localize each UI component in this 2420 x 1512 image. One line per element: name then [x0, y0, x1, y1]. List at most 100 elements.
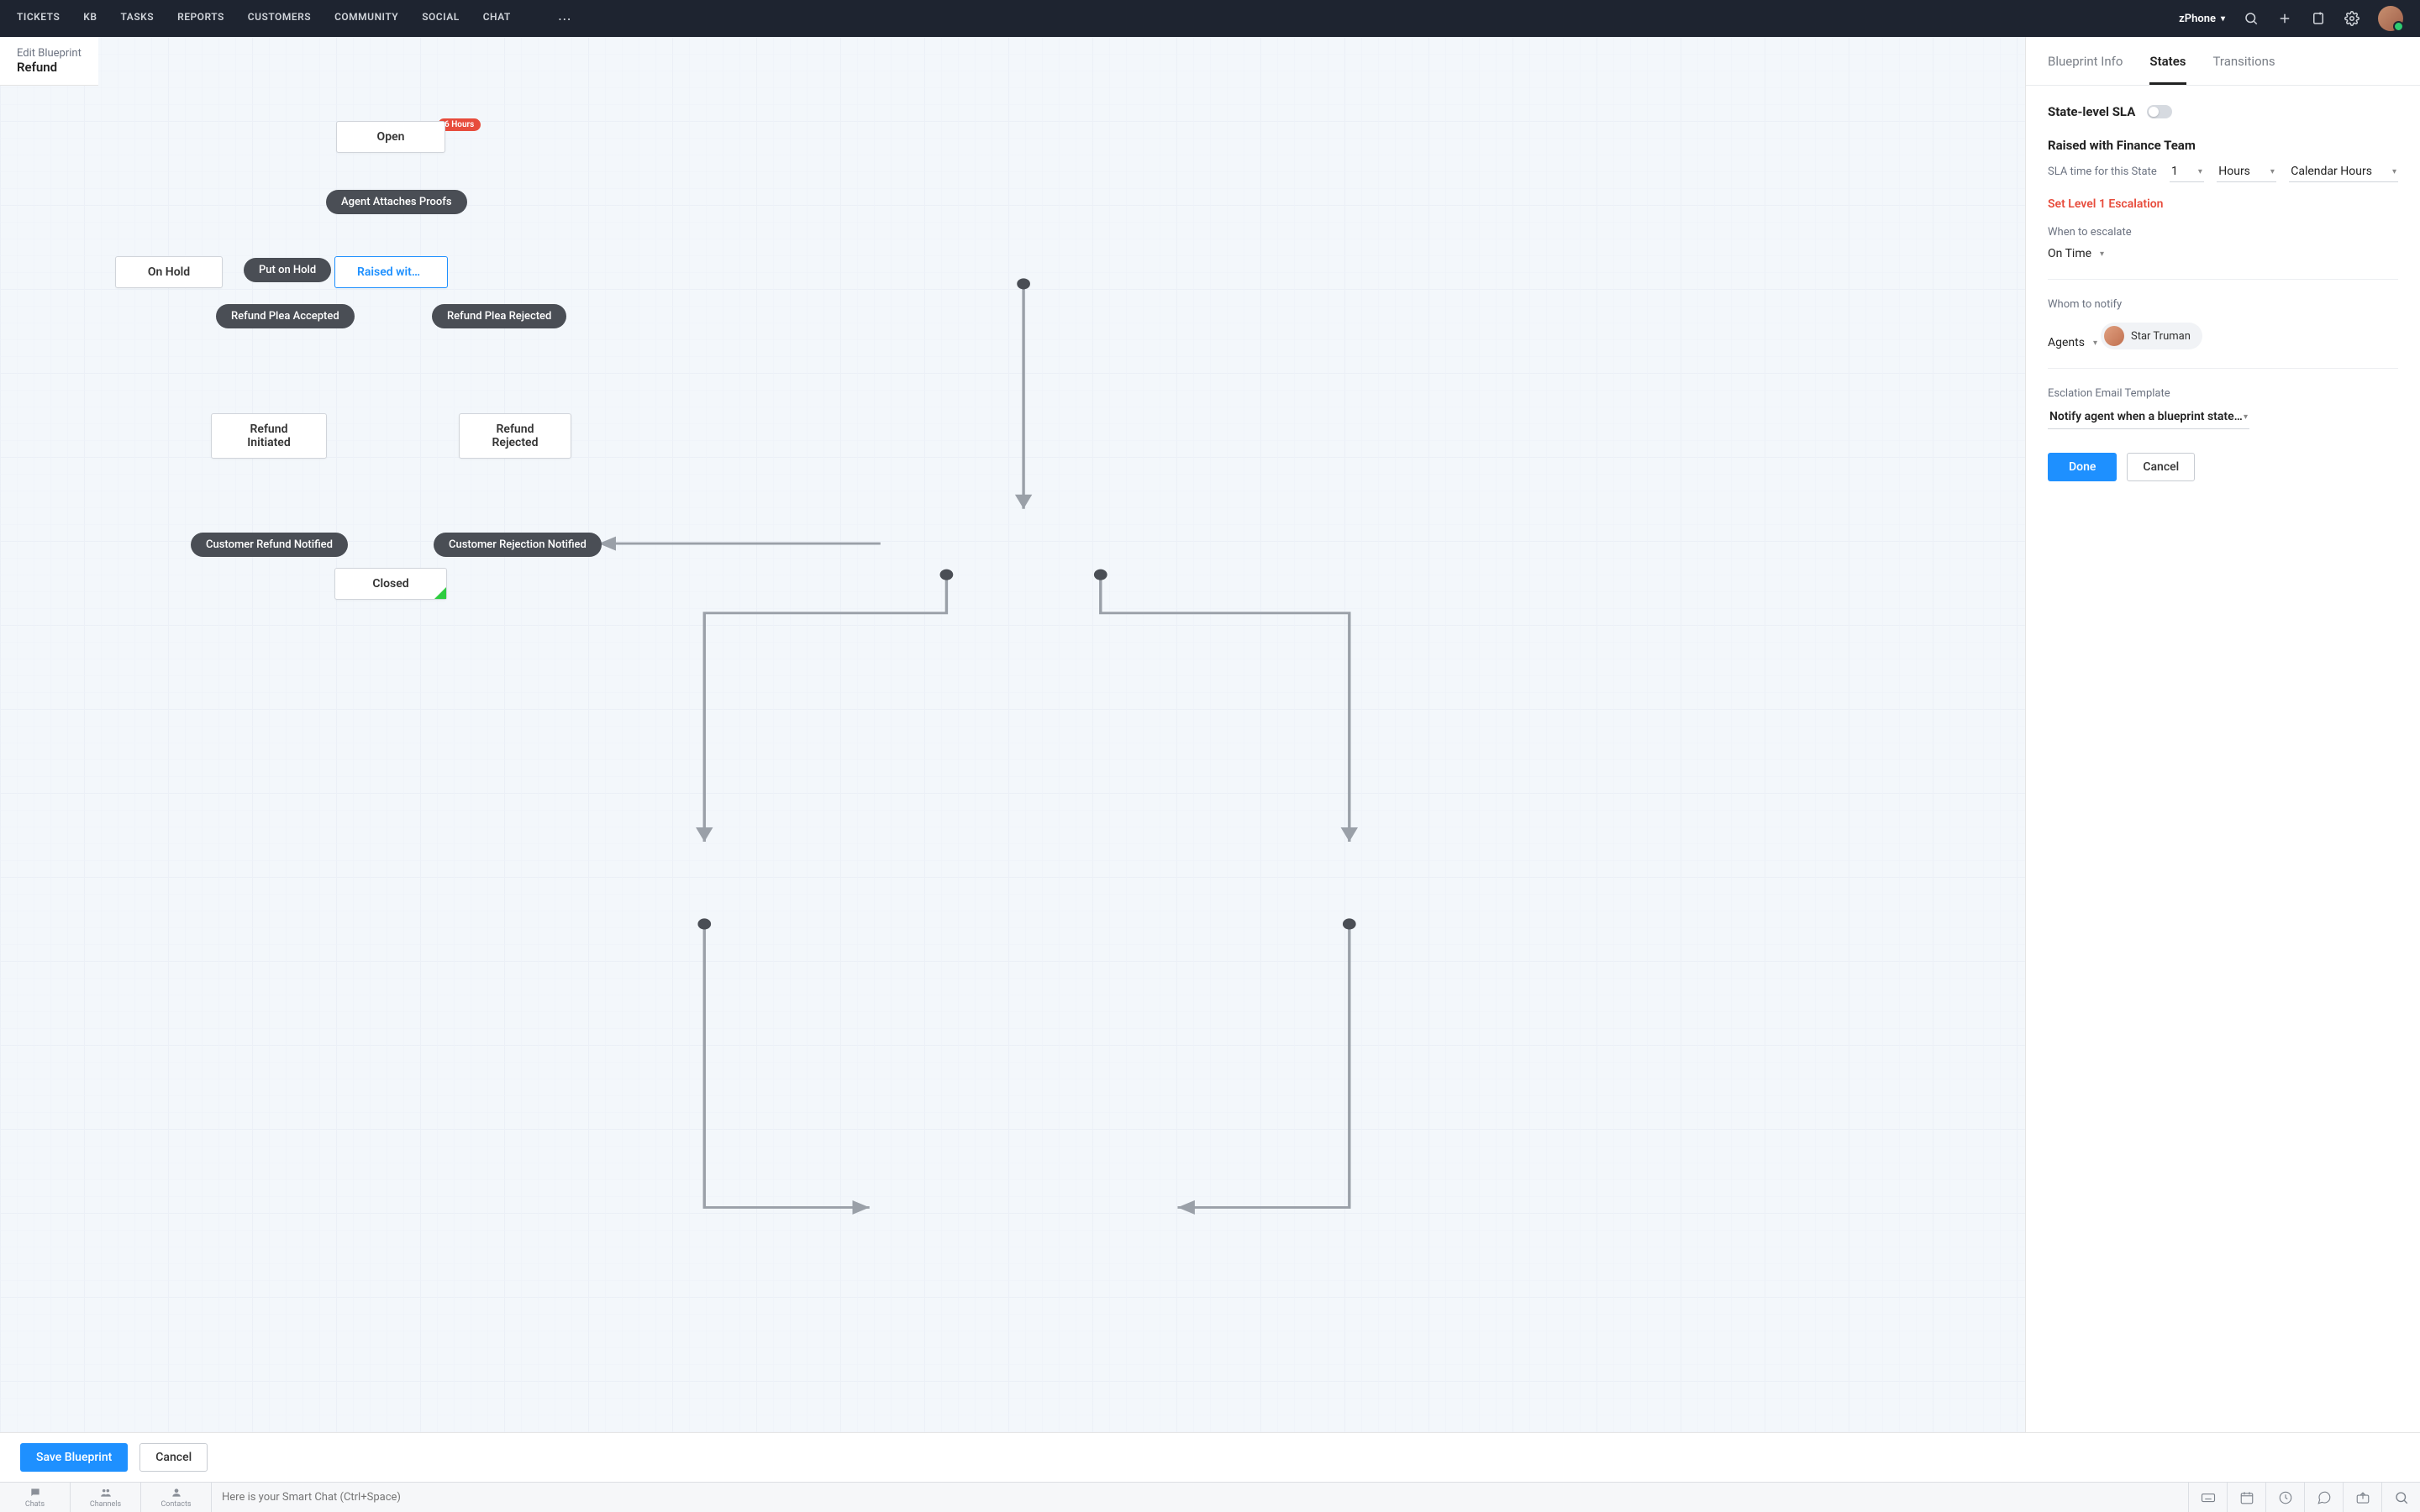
- add-icon[interactable]: [2277, 11, 2292, 26]
- cancel-blueprint-button[interactable]: Cancel: [139, 1443, 208, 1472]
- calendar-icon[interactable]: [2227, 1483, 2265, 1512]
- sla-value: 1: [2171, 165, 2178, 178]
- when-value: On Time: [2048, 247, 2091, 260]
- sla-value-select[interactable]: 1 ▾: [2170, 161, 2204, 182]
- agent-pill[interactable]: Star Truman: [2101, 323, 2202, 349]
- sla-calendar: Calendar Hours: [2291, 165, 2372, 178]
- when-select[interactable]: On Time ▾: [2048, 244, 2104, 264]
- done-button[interactable]: Done: [2048, 453, 2117, 481]
- blueprint-name: Refund: [17, 60, 82, 75]
- bb-contacts[interactable]: Contacts: [141, 1483, 212, 1512]
- panel-tabs: Blueprint Info States Transitions: [2026, 37, 2420, 86]
- bb-channels-label: Channels: [90, 1500, 121, 1509]
- bb-right: [2188, 1483, 2420, 1512]
- tab-transitions[interactable]: Transitions: [2213, 37, 2275, 85]
- canvas-header: Edit Blueprint Refund: [0, 37, 98, 86]
- sla-time-row: SLA time for this State 1 ▾ Hours ▾ Cale…: [2048, 161, 2398, 182]
- user-avatar[interactable]: [2378, 6, 2403, 31]
- search-icon[interactable]: [2381, 1483, 2420, 1512]
- sla-unit: Hours: [2218, 165, 2250, 178]
- nav-more-icon[interactable]: ⋯: [558, 11, 571, 27]
- chat-icon[interactable]: [2304, 1483, 2343, 1512]
- closed-corner-icon: [434, 587, 446, 599]
- save-blueprint-button[interactable]: Save Blueprint: [20, 1443, 128, 1472]
- main-area: Edit Blueprint Refund: [0, 37, 2420, 1482]
- nav-chat[interactable]: CHAT: [483, 11, 511, 27]
- state-name-title: Raised with Finance Team: [2048, 138, 2398, 153]
- whom-label: Whom to notify: [2048, 298, 2398, 311]
- smart-chat-input-wrap: [212, 1483, 2188, 1512]
- bottom-bar: Chats Channels Contacts: [0, 1482, 2420, 1512]
- notification-icon[interactable]: [2311, 11, 2326, 26]
- chevron-down-icon: ▾: [2392, 167, 2396, 176]
- sla-toggle[interactable]: [2147, 105, 2172, 118]
- phone-dropdown[interactable]: zPhone ▾: [2179, 13, 2225, 25]
- topbar-right: zPhone ▾: [2179, 6, 2403, 31]
- diagram[interactable]: 6 Hours Open On Hold Raised with Fin... …: [0, 37, 2025, 1482]
- gear-icon[interactable]: [2344, 11, 2360, 26]
- chevron-down-icon: ▾: [2270, 167, 2275, 176]
- whom-group: Whom to notify Agents ▾ Star Truman: [2048, 298, 2398, 369]
- nav-reports[interactable]: REPORTS: [177, 11, 224, 27]
- phone-label: zPhone: [2179, 13, 2216, 25]
- tab-states[interactable]: States: [2149, 37, 2186, 85]
- state-closed[interactable]: Closed: [334, 568, 447, 600]
- template-value: Notify agent when a blueprint state i...: [2049, 410, 2244, 423]
- tab-blueprint-info[interactable]: Blueprint Info: [2048, 37, 2123, 85]
- search-icon[interactable]: [2244, 11, 2259, 26]
- agent-avatar-icon: [2104, 326, 2124, 346]
- sla-calendar-select[interactable]: Calendar Hours ▾: [2289, 161, 2398, 182]
- top-nav: TICKETS KB TASKS REPORTS CUSTOMERS COMMU…: [0, 0, 2420, 37]
- transition-cust-reject-notified[interactable]: Customer Rejection Notified: [434, 533, 602, 557]
- nav-tickets[interactable]: TICKETS: [17, 11, 60, 27]
- nav-social[interactable]: SOCIAL: [422, 11, 460, 27]
- whom-value: Agents: [2048, 336, 2085, 349]
- whom-select[interactable]: Agents ▾: [2048, 333, 2097, 353]
- nav-customers[interactable]: CUSTOMERS: [248, 11, 311, 27]
- chevron-down-icon: ▾: [2093, 339, 2097, 348]
- connector-lines: [0, 37, 2025, 1482]
- state-on-hold[interactable]: On Hold: [115, 256, 223, 288]
- smart-chat-input[interactable]: [222, 1491, 2178, 1504]
- bb-contacts-label: Contacts: [160, 1500, 191, 1509]
- right-panel: Blueprint Info States Transitions State-…: [2025, 37, 2420, 1482]
- bb-chats[interactable]: Chats: [0, 1483, 71, 1512]
- chevron-down-icon: ▾: [2100, 249, 2104, 259]
- bb-chats-label: Chats: [25, 1500, 45, 1509]
- sla-time-label: SLA time for this State: [2048, 165, 2157, 178]
- transition-agent-attaches[interactable]: Agent Attaches Proofs: [326, 190, 467, 214]
- transition-cust-refund-notified[interactable]: Customer Refund Notified: [191, 533, 348, 557]
- state-refund-rejected[interactable]: Refund Rejected: [459, 413, 571, 459]
- panel-body: State-level SLA Raised with Finance Team…: [2026, 86, 2420, 500]
- keyboard-icon[interactable]: [2188, 1483, 2227, 1512]
- nav-items: TICKETS KB TASKS REPORTS CUSTOMERS COMMU…: [17, 11, 571, 27]
- sla-unit-select[interactable]: Hours ▾: [2217, 161, 2276, 182]
- transition-put-on-hold[interactable]: Put on Hold: [244, 258, 331, 282]
- canvas-footer: Save Blueprint Cancel: [0, 1432, 2420, 1482]
- state-raised-with-finance[interactable]: Raised with Fin...: [334, 256, 448, 288]
- state-open[interactable]: Open: [336, 121, 445, 153]
- sla-label: State-level SLA: [2048, 104, 2135, 119]
- when-label: When to escalate: [2048, 226, 2398, 239]
- share-icon[interactable]: [2343, 1483, 2381, 1512]
- transition-plea-accepted[interactable]: Refund Plea Accepted: [216, 304, 355, 328]
- chevron-down-icon: ▾: [2244, 412, 2248, 422]
- chevron-down-icon: ▾: [2221, 14, 2225, 24]
- state-closed-label: Closed: [372, 577, 408, 591]
- bb-channels[interactable]: Channels: [71, 1483, 141, 1512]
- when-group: When to escalate On Time ▾: [2048, 226, 2398, 280]
- chevron-down-icon: ▾: [2198, 167, 2202, 176]
- agent-name: Star Truman: [2131, 330, 2191, 343]
- template-group: Esclation Email Template Notify agent wh…: [2048, 387, 2398, 429]
- escalation-title: Set Level 1 Escalation: [2048, 197, 2398, 211]
- template-select[interactable]: Notify agent when a blueprint state i...…: [2048, 405, 2249, 429]
- nav-kb[interactable]: KB: [83, 11, 97, 27]
- edit-label: Edit Blueprint: [17, 47, 82, 60]
- nav-community[interactable]: COMMUNITY: [334, 11, 398, 27]
- transition-plea-rejected[interactable]: Refund Plea Rejected: [432, 304, 566, 328]
- state-refund-initiated[interactable]: Refund Initiated: [211, 413, 327, 459]
- blueprint-canvas: Edit Blueprint Refund: [0, 37, 2025, 1482]
- nav-tasks[interactable]: TASKS: [121, 11, 155, 27]
- cancel-button[interactable]: Cancel: [2127, 453, 2195, 481]
- history-icon[interactable]: [2265, 1483, 2304, 1512]
